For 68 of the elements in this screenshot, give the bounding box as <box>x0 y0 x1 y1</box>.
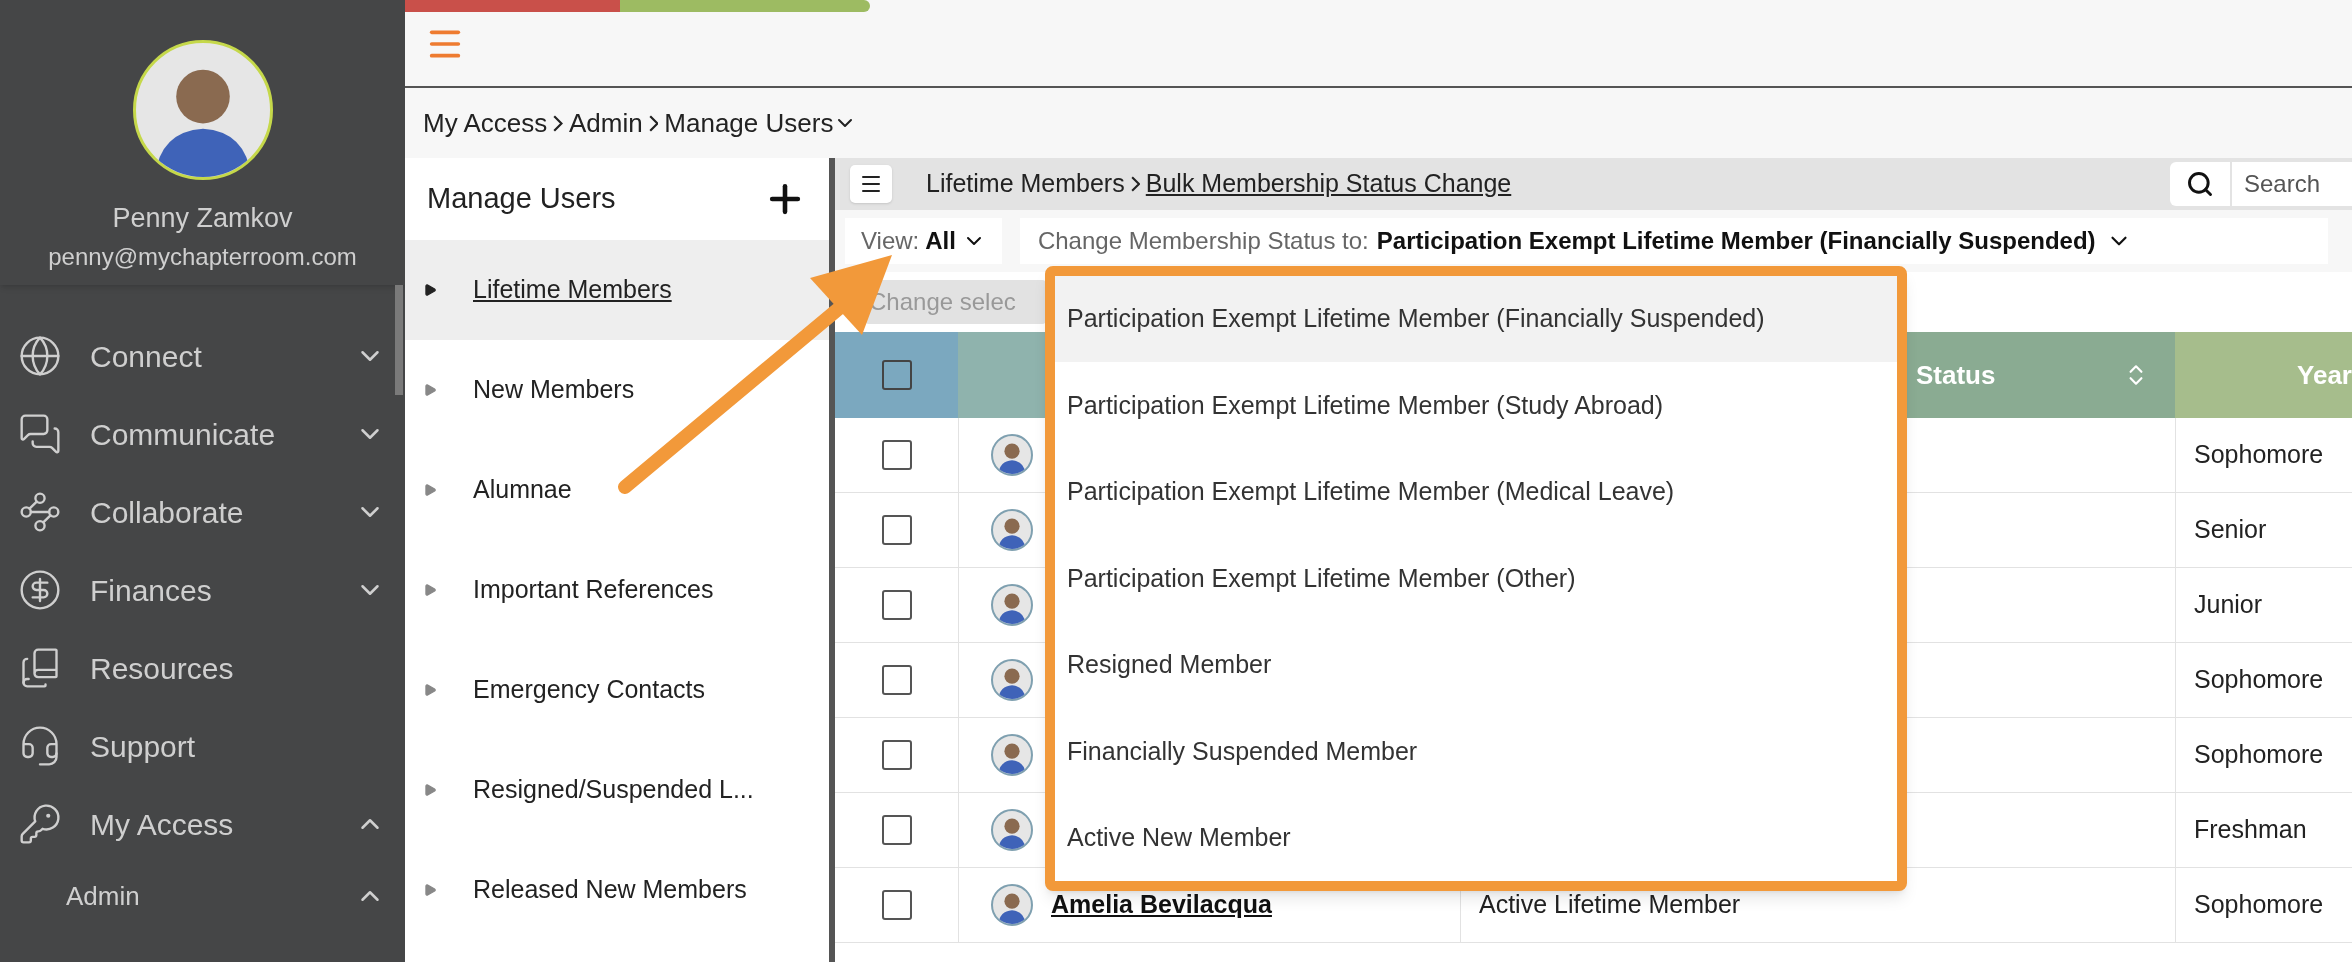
menu-button[interactable] <box>850 165 892 203</box>
list-item[interactable]: Released New Members <box>405 840 829 940</box>
table-cell-text: Sophomore <box>2194 439 2324 471</box>
table-cell-text: Sophomore <box>2194 739 2324 771</box>
list-item[interactable]: New Members <box>405 340 829 440</box>
checkbox[interactable] <box>881 815 912 845</box>
checkbox[interactable] <box>881 890 912 920</box>
avatar <box>991 734 1033 776</box>
avatar <box>991 884 1033 926</box>
table-cell-text: Freshman <box>2194 814 2307 846</box>
table-cell-text: Sophomore <box>2194 889 2324 921</box>
breadcrumb-link[interactable]: Lifetime Members <box>926 165 1125 203</box>
dropdown-option[interactable]: Active New Member <box>1055 794 1897 881</box>
dropdown-option[interactable]: Participation Exempt Lifetime Member (Study Abroad) <box>1055 362 1897 449</box>
search-button[interactable] <box>2170 162 2230 206</box>
dropdown-option[interactable]: Financially Suspended Member <box>1055 708 1897 795</box>
list-item[interactable]: Alumnae <box>405 440 829 540</box>
chevron-right-icon <box>1130 176 1140 192</box>
table-cell-text: Sophomore <box>2194 664 2324 696</box>
checkbox[interactable] <box>881 740 912 770</box>
avatar <box>991 584 1033 626</box>
checkbox[interactable] <box>881 440 912 470</box>
nav-item[interactable]: Support <box>0 707 405 785</box>
avatar <box>991 659 1033 701</box>
nav-item[interactable]: Connect <box>0 317 405 395</box>
nav-subitem[interactable]: Admin <box>0 863 405 929</box>
checkbox[interactable] <box>881 360 912 390</box>
breadcrumb-link[interactable]: My Access <box>423 103 548 143</box>
nav-item[interactable]: My Access <box>0 785 405 863</box>
nav-item[interactable]: Communicate <box>0 395 405 473</box>
chevron-right-icon <box>553 114 563 132</box>
key-icon <box>18 802 62 846</box>
table-cell-text: Junior <box>2194 589 2263 621</box>
panel-title: Manage Users <box>427 181 616 217</box>
avatar <box>991 809 1033 851</box>
user-email: penny@mychapterroom.com <box>48 241 357 272</box>
globe-icon <box>18 334 62 378</box>
avatar <box>991 509 1033 551</box>
search-field[interactable]: Search <box>2232 162 2352 206</box>
list-item[interactable]: Resigned/Suspended L... <box>405 740 829 840</box>
list-item[interactable]: Lifetime Members <box>405 240 829 340</box>
nav-item[interactable]: Collaborate <box>0 473 405 551</box>
nav-item[interactable]: Finances <box>0 551 405 629</box>
list-item[interactable]: Important References <box>405 540 829 640</box>
scrollbar[interactable] <box>395 285 403 395</box>
breadcrumb-link[interactable]: Manage Users <box>664 103 834 143</box>
breadcrumb-link[interactable]: Bulk Membership Status Change <box>1145 165 1512 203</box>
user-name: Penny Zamkov <box>112 202 293 235</box>
avatar <box>991 434 1033 476</box>
nav-item[interactable]: Resources <box>0 629 405 707</box>
dropdown-option[interactable]: Participation Exempt Lifetime Member (Other) <box>1055 535 1897 622</box>
checkbox[interactable] <box>881 665 912 695</box>
list-item[interactable]: Emergency Contacts <box>405 640 829 740</box>
dropdown-option[interactable]: Participation Exempt Lifetime Member (Medical Leave) <box>1055 448 1897 536</box>
breadcrumb-link[interactable]: Admin <box>568 103 643 143</box>
checkbox[interactable] <box>881 590 912 620</box>
dropdown-option[interactable]: Participation Exempt Lifetime Member (Financially Suspended) <box>1055 276 1897 363</box>
table-cell-text: Senior <box>2194 514 2267 546</box>
status-dropdown[interactable]: Change Membership Status to: Participation Exempt Lifetime Member (Financially Suspended) <box>1019 218 2328 264</box>
chevron-right-icon <box>648 114 659 132</box>
chat-bubbles-icon <box>18 412 62 456</box>
view-dropdown[interactable]: View: All <box>845 218 1002 264</box>
dropdown-option[interactable]: Resigned Member <box>1055 621 1897 709</box>
search-icon <box>2186 170 2214 198</box>
checkbox[interactable] <box>881 515 912 545</box>
dollar-circle-icon <box>18 568 62 612</box>
expand-triangle-icon[interactable] <box>423 283 437 297</box>
table-cell-text: Active Lifetime Member <box>1479 889 1741 921</box>
